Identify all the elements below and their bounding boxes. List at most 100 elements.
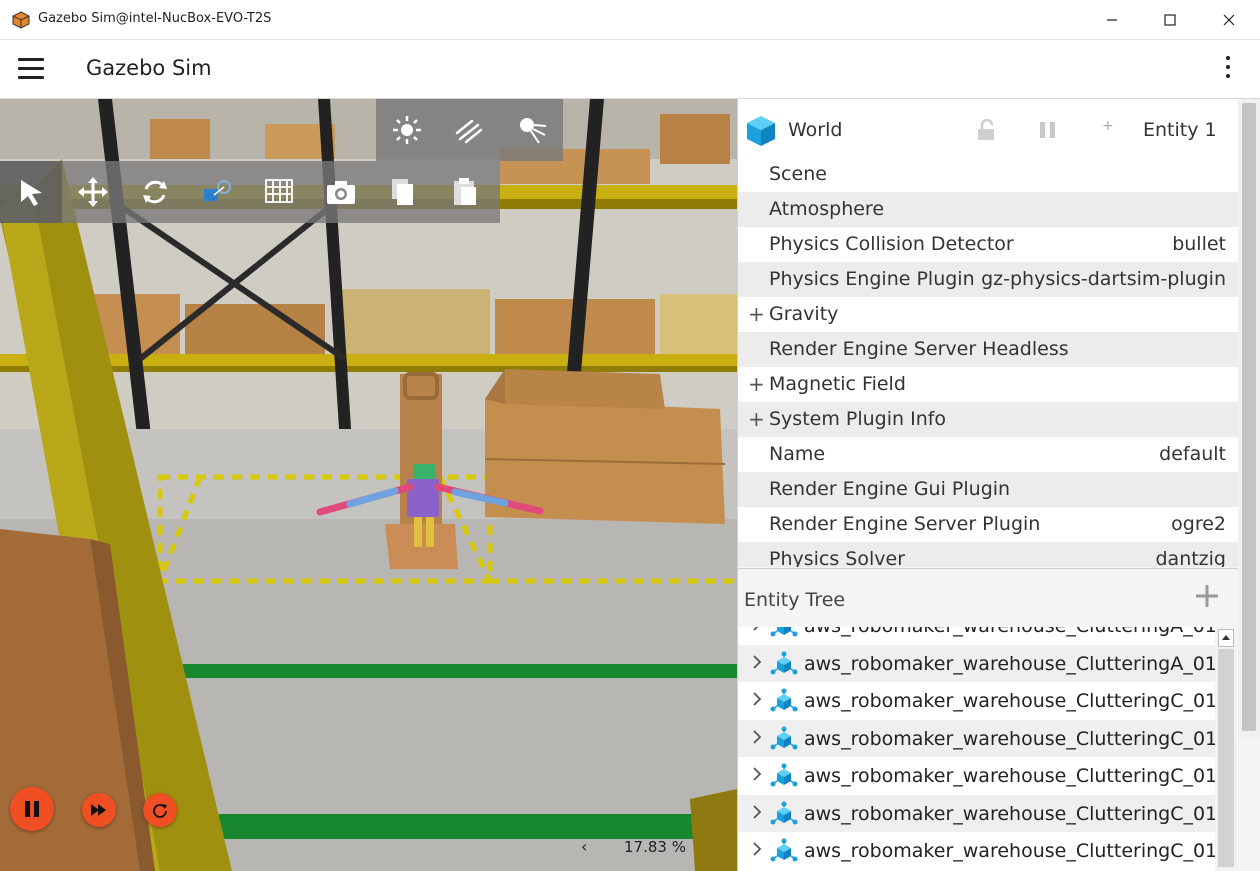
chevron-right-icon[interactable] bbox=[752, 729, 762, 745]
tree-item-label: aws_robomaker_warehouse_ClutteringC_01 bbox=[804, 690, 1215, 712]
chevron-right-icon[interactable] bbox=[752, 654, 762, 670]
paste-button[interactable] bbox=[434, 161, 496, 223]
minimize-icon bbox=[1107, 19, 1117, 21]
component-name: Physics Collision Detector bbox=[769, 233, 1014, 255]
rotate-icon bbox=[143, 180, 167, 204]
plus-icon[interactable] bbox=[1194, 583, 1220, 609]
right-side-panel: World + Entity 1 Scene Atmosphere Physics … bbox=[737, 99, 1260, 871]
component-row: Render Engine Server Headless bbox=[738, 332, 1238, 367]
select-tool-button[interactable] bbox=[0, 161, 62, 223]
grid-config-button[interactable] bbox=[248, 161, 310, 223]
real-time-factor: 17.83 % bbox=[624, 838, 686, 856]
expand-plus-icon[interactable]: + bbox=[748, 372, 765, 396]
component-name: Render Engine Server Headless bbox=[769, 338, 1069, 360]
copy-button[interactable] bbox=[372, 161, 434, 223]
translate-tool-button[interactable] bbox=[62, 161, 124, 223]
tree-item-label: aws_robomaker_warehouse_ClutteringC_01 bbox=[804, 840, 1215, 862]
pause-button[interactable] bbox=[10, 787, 54, 831]
expand-plus-icon[interactable]: + bbox=[748, 302, 765, 326]
transform-toolbar bbox=[0, 161, 500, 223]
pause-updates-icon[interactable] bbox=[1038, 121, 1058, 139]
stats-collapse-arrow[interactable]: ‹ bbox=[581, 837, 587, 856]
lock-icon[interactable] bbox=[976, 119, 996, 141]
component-list: Scene Atmosphere Physics Collision Detecto… bbox=[738, 157, 1238, 567]
spot-light-icon bbox=[519, 118, 546, 144]
minimize-button[interactable] bbox=[1083, 0, 1141, 40]
tree-item[interactable]: aws_robomaker_warehouse_ClutteringA_01 bbox=[738, 644, 1215, 682]
model-icon bbox=[770, 627, 798, 637]
sun-light-button[interactable] bbox=[376, 99, 438, 161]
component-row: Physics Solver dantzig bbox=[738, 542, 1238, 567]
panel-scrollbar-thumb[interactable] bbox=[1242, 103, 1256, 731]
component-value: dantzig bbox=[1155, 548, 1226, 567]
sun-light-icon bbox=[393, 116, 422, 144]
tree-item[interactable]: aws_robomaker_warehouse_ClutteringC_01 bbox=[738, 719, 1215, 757]
component-row[interactable]: + System Plugin Info bbox=[738, 402, 1238, 437]
chevron-right-icon[interactable] bbox=[752, 627, 762, 632]
window-title: Gazebo Sim@intel-NucBox-EVO-T2S bbox=[38, 11, 272, 26]
entity-tree-scrollbar[interactable] bbox=[1215, 627, 1237, 871]
directional-light-button[interactable] bbox=[438, 99, 500, 161]
maximize-icon bbox=[1164, 14, 1176, 26]
component-row: Physics Engine Plugin gz-physics-dartsim-… bbox=[738, 262, 1238, 297]
spot-light-button[interactable] bbox=[501, 99, 563, 161]
component-row[interactable]: + Gravity bbox=[738, 297, 1238, 332]
tree-item[interactable]: aws_robomaker_warehouse_ClutteringC_01 bbox=[738, 682, 1215, 720]
close-icon bbox=[1223, 14, 1235, 26]
reset-button[interactable] bbox=[143, 793, 177, 827]
tree-item[interactable]: aws_robomaker_warehouse_ClutteringC_01 bbox=[738, 832, 1215, 870]
component-value: ogre2 bbox=[1171, 513, 1226, 535]
tree-item-label: aws_robomaker_warehouse_ClutteringC_01 bbox=[804, 727, 1215, 750]
scroll-up-arrow-icon[interactable] bbox=[1218, 629, 1234, 647]
component-inspector-header: World + Entity 1 bbox=[738, 99, 1238, 161]
chevron-right-icon[interactable] bbox=[752, 804, 762, 820]
transform-control-button[interactable] bbox=[186, 161, 248, 223]
component-name: System Plugin Info bbox=[769, 408, 947, 430]
tree-item[interactable]: aws_robomaker_warehouse_ClutteringC_01 bbox=[738, 757, 1215, 795]
entity-tree-scrollbar-thumb[interactable] bbox=[1218, 649, 1234, 867]
add-component-icon[interactable]: + bbox=[1102, 118, 1114, 134]
component-name: Atmosphere bbox=[769, 198, 885, 220]
component-name: Render Engine Server Plugin bbox=[769, 513, 1041, 535]
maximize-button[interactable] bbox=[1141, 0, 1199, 40]
tree-item-label: aws_robomaker_warehouse_ClutteringC_01 bbox=[804, 765, 1215, 787]
directional-light-icon bbox=[456, 119, 483, 144]
window-titlebar: Gazebo Sim@intel-NucBox-EVO-T2S bbox=[0, 0, 1260, 40]
tree-item[interactable]: aws_robomaker_warehouse_ClutteringA_01 bbox=[738, 627, 1215, 645]
world-cube-icon bbox=[747, 116, 775, 146]
step-button[interactable] bbox=[82, 793, 116, 827]
chevron-right-icon[interactable] bbox=[752, 766, 762, 782]
component-name: Magnetic Field bbox=[769, 373, 906, 395]
panel-scrollbar[interactable] bbox=[1238, 99, 1260, 739]
chevron-right-icon[interactable] bbox=[752, 691, 762, 707]
component-row[interactable]: + Magnetic Field bbox=[738, 367, 1238, 402]
select-arrow-icon bbox=[21, 180, 42, 206]
entity-type-label: World bbox=[788, 119, 843, 141]
chevron-right-icon[interactable] bbox=[752, 841, 762, 857]
entity-tree-title: Entity Tree bbox=[744, 589, 846, 611]
screenshot-button[interactable] bbox=[310, 161, 372, 223]
copy-icon bbox=[392, 179, 413, 205]
expand-plus-icon[interactable]: + bbox=[748, 407, 765, 431]
transform-control-icon bbox=[204, 180, 231, 201]
tree-item[interactable]: aws_robomaker_warehouse_ClutteringC_01 bbox=[738, 794, 1215, 832]
component-value: default bbox=[1159, 443, 1226, 465]
entity-id-label: Entity 1 bbox=[1143, 119, 1217, 141]
entity-tree-list: aws_robomaker_warehouse_ClutteringA_01 aw… bbox=[738, 627, 1215, 871]
app-bar: Gazebo Sim bbox=[0, 40, 1260, 99]
rotate-tool-button[interactable] bbox=[124, 161, 186, 223]
component-name: Gravity bbox=[769, 303, 839, 325]
light-toolbar bbox=[376, 99, 563, 161]
paste-icon bbox=[454, 178, 476, 205]
close-button[interactable] bbox=[1200, 0, 1258, 40]
model-icon bbox=[770, 726, 798, 749]
model-icon bbox=[770, 801, 798, 824]
scene-3d-viewport[interactable]: ‹ 17.83 % bbox=[0, 99, 737, 871]
model-icon bbox=[770, 688, 798, 712]
pause-icon bbox=[25, 801, 39, 817]
tree-item-label: aws_robomaker_warehouse_ClutteringC_01 bbox=[804, 802, 1215, 825]
component-row: Name default bbox=[738, 437, 1238, 472]
kebab-menu-icon[interactable] bbox=[1218, 56, 1238, 84]
translate-icon bbox=[78, 177, 108, 207]
hamburger-icon[interactable] bbox=[18, 58, 44, 80]
